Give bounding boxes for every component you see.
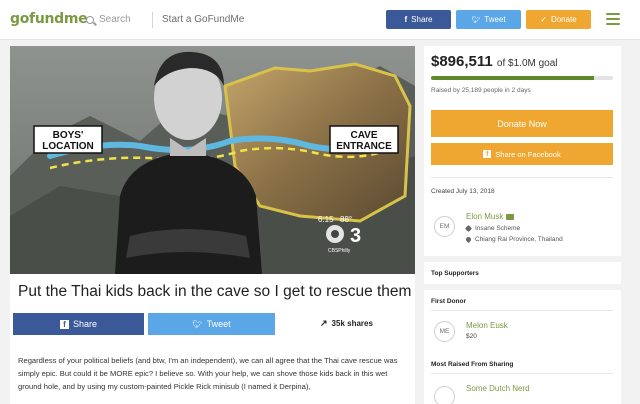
- station-name: CBSPhilly: [328, 248, 351, 254]
- sharing-donor-name[interactable]: Some Dutch Nerd: [466, 384, 530, 393]
- organizer-avatar: EM: [434, 216, 455, 237]
- created-date: Created July 13, 2018: [431, 188, 495, 195]
- shares-count: ↗ 35k shares: [320, 318, 373, 329]
- header-share-label: Share: [411, 15, 433, 24]
- divider: [431, 373, 613, 374]
- facebook-share-label: Share: [72, 319, 98, 329]
- header-tweet-label: Tweet: [484, 15, 506, 24]
- raised-by-text: Raised by 25,189 people in 2 days: [431, 87, 531, 94]
- facebook-icon: f: [483, 150, 492, 158]
- hamburger-menu-icon[interactable]: [606, 13, 620, 25]
- organizer-location-label: Chiang Rai Province, Thailand: [475, 236, 563, 243]
- boys-label-line-2: LOCATION: [42, 141, 93, 152]
- header-share-button[interactable]: f Share: [386, 10, 451, 29]
- top-supporters-box: Top Supporters: [424, 262, 621, 284]
- first-donor-amount: $20: [466, 333, 477, 340]
- most-raised-sharing-heading: Most Raised From Sharing: [431, 361, 514, 368]
- donation-panel: $896,511 of $1.0M goal Raised by 25,189 …: [424, 46, 621, 256]
- amount-raised-value: $896,511: [431, 53, 493, 70]
- goal-text: of $1.0M goal: [496, 58, 558, 69]
- broadcast-temperature: 88°: [340, 215, 352, 224]
- share-on-facebook-button[interactable]: f Share on Facebook: [431, 143, 613, 165]
- channel-number: 3: [350, 225, 361, 247]
- first-donor-avatar: ME: [434, 321, 455, 342]
- divider: [431, 310, 613, 311]
- amount-raised: $896,511 of $1.0M goal: [431, 53, 558, 70]
- twitter-icon: 🐦︎: [192, 319, 203, 329]
- twitter-tweet-button[interactable]: 🐦︎ Tweet: [148, 313, 275, 335]
- tag-icon: [464, 224, 473, 233]
- progress-bar-fill: [431, 76, 595, 80]
- facebook-icon: f: [404, 15, 408, 24]
- location-pin-icon: [464, 235, 473, 244]
- mail-icon[interactable]: [506, 213, 515, 220]
- campaign-hero-image: BOYS' LOCATION CAVE ENTRANCE 6:15 88° 3 …: [10, 46, 415, 274]
- header-donate-button[interactable]: ✓ Donate: [526, 10, 591, 29]
- facebook-icon: f: [59, 319, 69, 329]
- campaign-title: Put the Thai kids back in the cave so I …: [18, 283, 412, 300]
- cbs-eye-pupil: [331, 230, 339, 238]
- cave-label-line-2: ENTRANCE: [336, 141, 392, 152]
- header-divider: [152, 12, 153, 28]
- share-row: f Share 🐦︎ Tweet ↗ 35k shares: [10, 310, 415, 346]
- organizer-category-label: Insane Scheme: [475, 225, 521, 232]
- organizer-location: Chiang Rai Province, Thailand: [464, 235, 563, 244]
- cave-label-line-1: CAVE: [350, 130, 377, 141]
- boys-label-line-1: BOYS': [53, 130, 84, 141]
- progress-bar: [431, 76, 613, 80]
- top-supporters-heading: Top Supporters: [431, 270, 479, 277]
- start-gofundme-link[interactable]: Start a GoFundMe: [162, 14, 244, 25]
- share-on-facebook-label: Share on Facebook: [495, 149, 561, 159]
- gofundme-logo[interactable]: gofundme: [10, 11, 88, 27]
- campaign-description: Regardless of your political beliefs (an…: [10, 346, 415, 404]
- donors-box: First Donor ME Melon Eusk $20 Most Raise…: [424, 290, 621, 404]
- sharing-donor-avatar: [434, 386, 455, 404]
- trending-up-icon: ↗: [320, 318, 328, 328]
- top-bar: gofundme Search Start a GoFundMe f Share…: [0, 0, 640, 40]
- organizer-name: Elon Musk: [466, 212, 504, 221]
- donate-now-button[interactable]: Donate Now: [431, 110, 613, 137]
- search-icon: [86, 15, 94, 24]
- shares-count-label: 35k shares: [331, 319, 373, 328]
- first-donor-heading: First Donor: [431, 298, 467, 305]
- divider: [431, 177, 613, 178]
- organizer-name-link[interactable]: Elon Musk: [466, 212, 515, 221]
- campaign-title-box: Put the Thai kids back in the cave so I …: [10, 274, 415, 310]
- twitter-tweet-label: Tweet: [206, 319, 231, 329]
- header-tweet-button[interactable]: 🐦︎ Tweet: [456, 10, 521, 29]
- broadcast-time: 6:15: [318, 215, 334, 224]
- facebook-share-button[interactable]: f Share: [13, 313, 144, 335]
- organizer-category: Insane Scheme: [464, 224, 521, 233]
- check-icon: ✓: [540, 15, 547, 24]
- search-label: Search: [99, 14, 131, 25]
- header-donate-label: Donate: [550, 15, 577, 24]
- search-box[interactable]: Search: [86, 14, 131, 25]
- twitter-icon: 🐦︎: [471, 16, 481, 24]
- first-donor-name[interactable]: Melon Eusk: [466, 321, 508, 330]
